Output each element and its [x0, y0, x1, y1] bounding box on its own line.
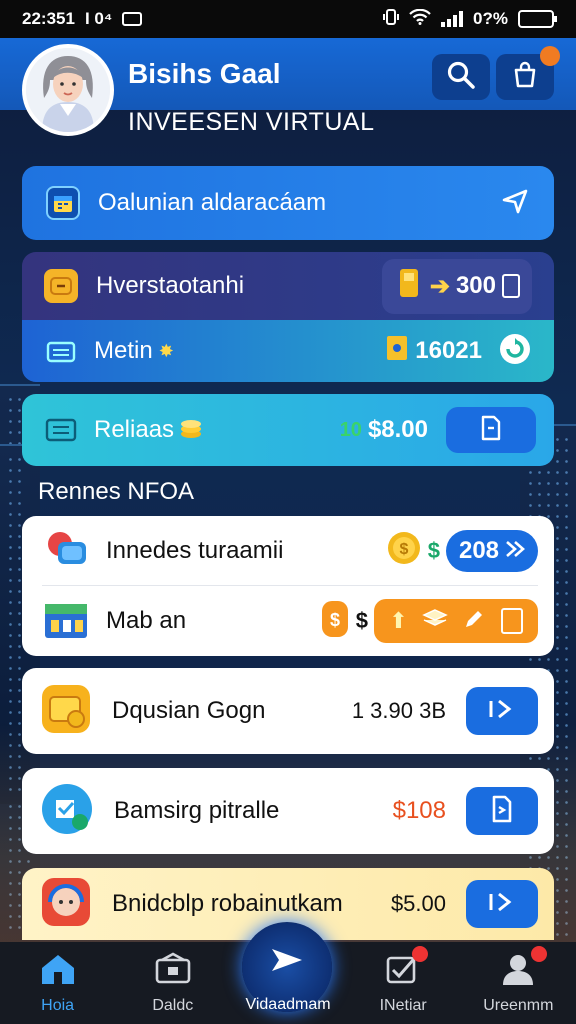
nav-label: Hoia: [41, 996, 75, 1014]
svg-text:$: $: [399, 541, 408, 558]
list-card-label: Bamsirg pitralle: [114, 797, 280, 824]
arrow-right-icon: [485, 697, 519, 726]
row-label: Metin: [94, 337, 153, 364]
row-value: 16021: [415, 337, 482, 364]
search-icon: [446, 60, 476, 95]
nav-tasks[interactable]: INetiar: [348, 945, 458, 1015]
wallet-icon: [44, 269, 78, 303]
list-item[interactable]: Mab an $ $ ⬆: [42, 586, 538, 656]
fast-forward-icon: [505, 537, 525, 565]
nav-label: INetiar: [379, 996, 427, 1014]
list-card-arrow-button[interactable]: [466, 687, 538, 735]
list-card-value: $5.00: [390, 891, 446, 916]
gold-coin-icon: $: [386, 530, 422, 571]
user-name: Bisihs Gaal: [128, 58, 281, 89]
vibrate-icon: [383, 8, 400, 31]
card-icon: [500, 608, 523, 634]
list-card-value: 1 3.90 3B: [351, 698, 446, 723]
inbox-icon: [44, 413, 78, 447]
pencil-icon: [462, 607, 486, 636]
notification-icon: [122, 12, 143, 26]
list-item-value-button[interactable]: 208: [446, 529, 538, 572]
ticket-icon: [385, 333, 409, 370]
bag-icon: [511, 61, 539, 94]
arrow-right-icon: ➔: [429, 272, 450, 300]
notifications-button[interactable]: [496, 46, 560, 100]
layers-icon: [422, 608, 448, 635]
nav-profile[interactable]: Ureenmm: [463, 945, 573, 1015]
arrow-right-icon: [485, 890, 519, 919]
list-item-label: Innedes turaamii: [106, 536, 284, 564]
refresh-icon[interactable]: [498, 332, 532, 371]
document-icon: [480, 415, 502, 446]
list-card-label: Bnidcblp robainutkam: [112, 890, 343, 917]
list-card-value: $108: [392, 797, 446, 824]
notification-badge: [412, 945, 429, 962]
row-label: Reliaas: [94, 416, 175, 443]
list-card-arrow-button[interactable]: [466, 787, 538, 835]
nav-wallet[interactable]: Daldc: [118, 952, 228, 1015]
dollar-icon: $: [427, 537, 440, 563]
dollar-bag-icon: [42, 526, 90, 575]
battery-percent: 0?%: [473, 9, 508, 28]
notification-badge: [531, 945, 548, 962]
nav-label: Ureenmm: [483, 996, 554, 1014]
svg-text:$: $: [330, 610, 340, 630]
store-icon: [42, 598, 90, 645]
gold-chest-icon: [40, 683, 92, 740]
row-value-pill: ➔ 300: [381, 258, 532, 314]
square-icon: [502, 274, 520, 298]
row-value: 300: [455, 272, 496, 299]
nav-label: Daldc: [152, 996, 194, 1014]
user-subtitle: INVEESEN VIRTUAL: [128, 108, 375, 136]
home-icon: [39, 952, 77, 991]
row-value: $8.00: [367, 416, 428, 443]
list-item-label: Mab an: [106, 607, 187, 634]
wallet-icon: [154, 952, 192, 991]
list-item-actions[interactable]: ⬆: [374, 599, 538, 643]
row-metin[interactable]: Metin ✸ 16021: [22, 320, 554, 382]
battery-icon: [518, 10, 557, 28]
send-icon: [269, 944, 305, 981]
nav-home[interactable]: Hoia: [3, 952, 113, 1015]
send-icon[interactable]: [500, 186, 530, 221]
upgrade-icon: ⬆: [389, 608, 408, 633]
folder-icon: [44, 334, 78, 368]
row-reliaas[interactable]: Reliaas 10 $8.00: [22, 394, 554, 466]
nav-center-label: Vidaadmam: [245, 996, 331, 1013]
orange-coin-icon: $: [320, 598, 350, 645]
section-title: Rennes NFOA: [38, 478, 195, 505]
banner-card[interactable]: Oalunian aldaracáam: [22, 166, 554, 240]
calendar-icon: [46, 186, 80, 220]
list-item-value: 208: [458, 536, 500, 564]
row-prefix: 10: [339, 418, 362, 441]
list-card-label: Dqusian Gogn: [112, 697, 266, 724]
coin-stack-icon: [178, 415, 340, 446]
status-bar: 22:351 I 0⁴ 0?%: [0, 0, 576, 38]
status-time: 22:351: [22, 9, 75, 28]
document-arrow-icon: [490, 795, 514, 828]
row-value-pill: 16021: [385, 333, 482, 370]
wifi-icon: [409, 8, 431, 30]
row-action-button[interactable]: [446, 407, 536, 453]
dollar-icon: $: [355, 608, 368, 633]
gold-bar-icon: [394, 265, 424, 308]
status-extra: I 0⁴: [84, 9, 113, 28]
list-item[interactable]: Innedes turaamii $ $ 208: [42, 516, 538, 586]
row-value-pill: 10 $8.00: [340, 416, 428, 444]
support-agent-icon: [40, 876, 92, 933]
list-card-arrow-button[interactable]: [466, 880, 538, 928]
row-label: Hverstaotanhi: [96, 272, 245, 299]
list-card[interactable]: Dqusian Gogn 1 3.90 3B: [22, 668, 554, 754]
search-button[interactable]: [432, 54, 490, 100]
signal-icon: [441, 11, 464, 27]
avatar[interactable]: [22, 44, 114, 136]
banner-label: Oalunian aldaracáam: [98, 189, 327, 216]
list-card[interactable]: Bamsirg pitralle $108: [22, 768, 554, 854]
sparkle-icon: ✸: [158, 340, 174, 361]
notification-badge: [540, 46, 560, 66]
grouped-list: Innedes turaamii $ $ 208 Mab an $ $ ⬆: [22, 516, 554, 656]
shield-check-icon: [40, 782, 94, 841]
row-investment[interactable]: Hverstaotanhi ➔ 300: [22, 252, 554, 320]
